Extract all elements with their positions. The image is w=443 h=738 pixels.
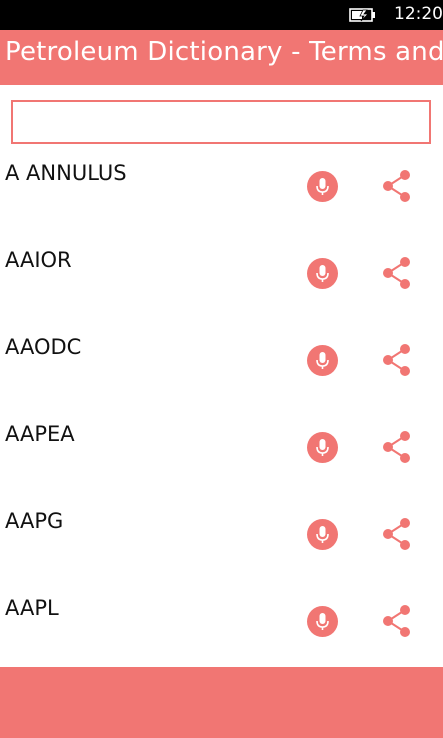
pronounce-button[interactable]	[307, 606, 338, 637]
term-label: AAPG	[5, 509, 64, 533]
pronounce-button[interactable]	[307, 258, 338, 289]
status-bar: 12:20	[0, 0, 443, 30]
list-item[interactable]: AAPEA	[0, 406, 443, 493]
list-item[interactable]: AAIOR	[0, 232, 443, 319]
term-label: A ANNULUS	[5, 161, 127, 185]
page-title: Petroleum Dictionary - Terms and Definit…	[5, 37, 443, 67]
microphone-icon	[316, 439, 329, 456]
share-icon	[383, 257, 410, 289]
pronounce-button[interactable]	[307, 432, 338, 463]
app-title-bar: Petroleum Dictionary - Terms and Definit…	[0, 30, 443, 85]
share-icon	[383, 344, 410, 376]
status-time: 12:20	[394, 4, 443, 24]
list-item[interactable]: AAPL	[0, 580, 443, 667]
microphone-icon	[316, 178, 329, 195]
term-label: AAODC	[5, 335, 82, 359]
share-button[interactable]	[381, 343, 413, 377]
pronounce-button[interactable]	[307, 519, 338, 550]
search-input[interactable]	[13, 102, 429, 142]
share-button[interactable]	[381, 256, 413, 290]
share-icon	[383, 518, 410, 550]
microphone-icon	[316, 265, 329, 282]
list-item[interactable]: A ANNULUS	[0, 145, 443, 232]
share-button[interactable]	[381, 169, 413, 203]
list-item[interactable]: AAODC	[0, 319, 443, 406]
microphone-icon	[316, 613, 329, 630]
share-icon	[383, 605, 410, 637]
term-label: AAPL	[5, 596, 59, 620]
microphone-icon	[316, 352, 329, 369]
term-label: AAPEA	[5, 422, 75, 446]
app-bar	[0, 667, 443, 738]
battery-charging-icon	[349, 8, 375, 22]
microphone-icon	[316, 526, 329, 543]
pronounce-button[interactable]	[307, 171, 338, 202]
term-label: AAIOR	[5, 248, 72, 272]
list-item[interactable]: AAPG	[0, 493, 443, 580]
share-icon	[383, 170, 410, 202]
pronounce-button[interactable]	[307, 345, 338, 376]
share-button[interactable]	[381, 604, 413, 638]
share-icon	[383, 431, 410, 463]
search-box[interactable]	[11, 100, 431, 144]
share-button[interactable]	[381, 430, 413, 464]
share-button[interactable]	[381, 517, 413, 551]
